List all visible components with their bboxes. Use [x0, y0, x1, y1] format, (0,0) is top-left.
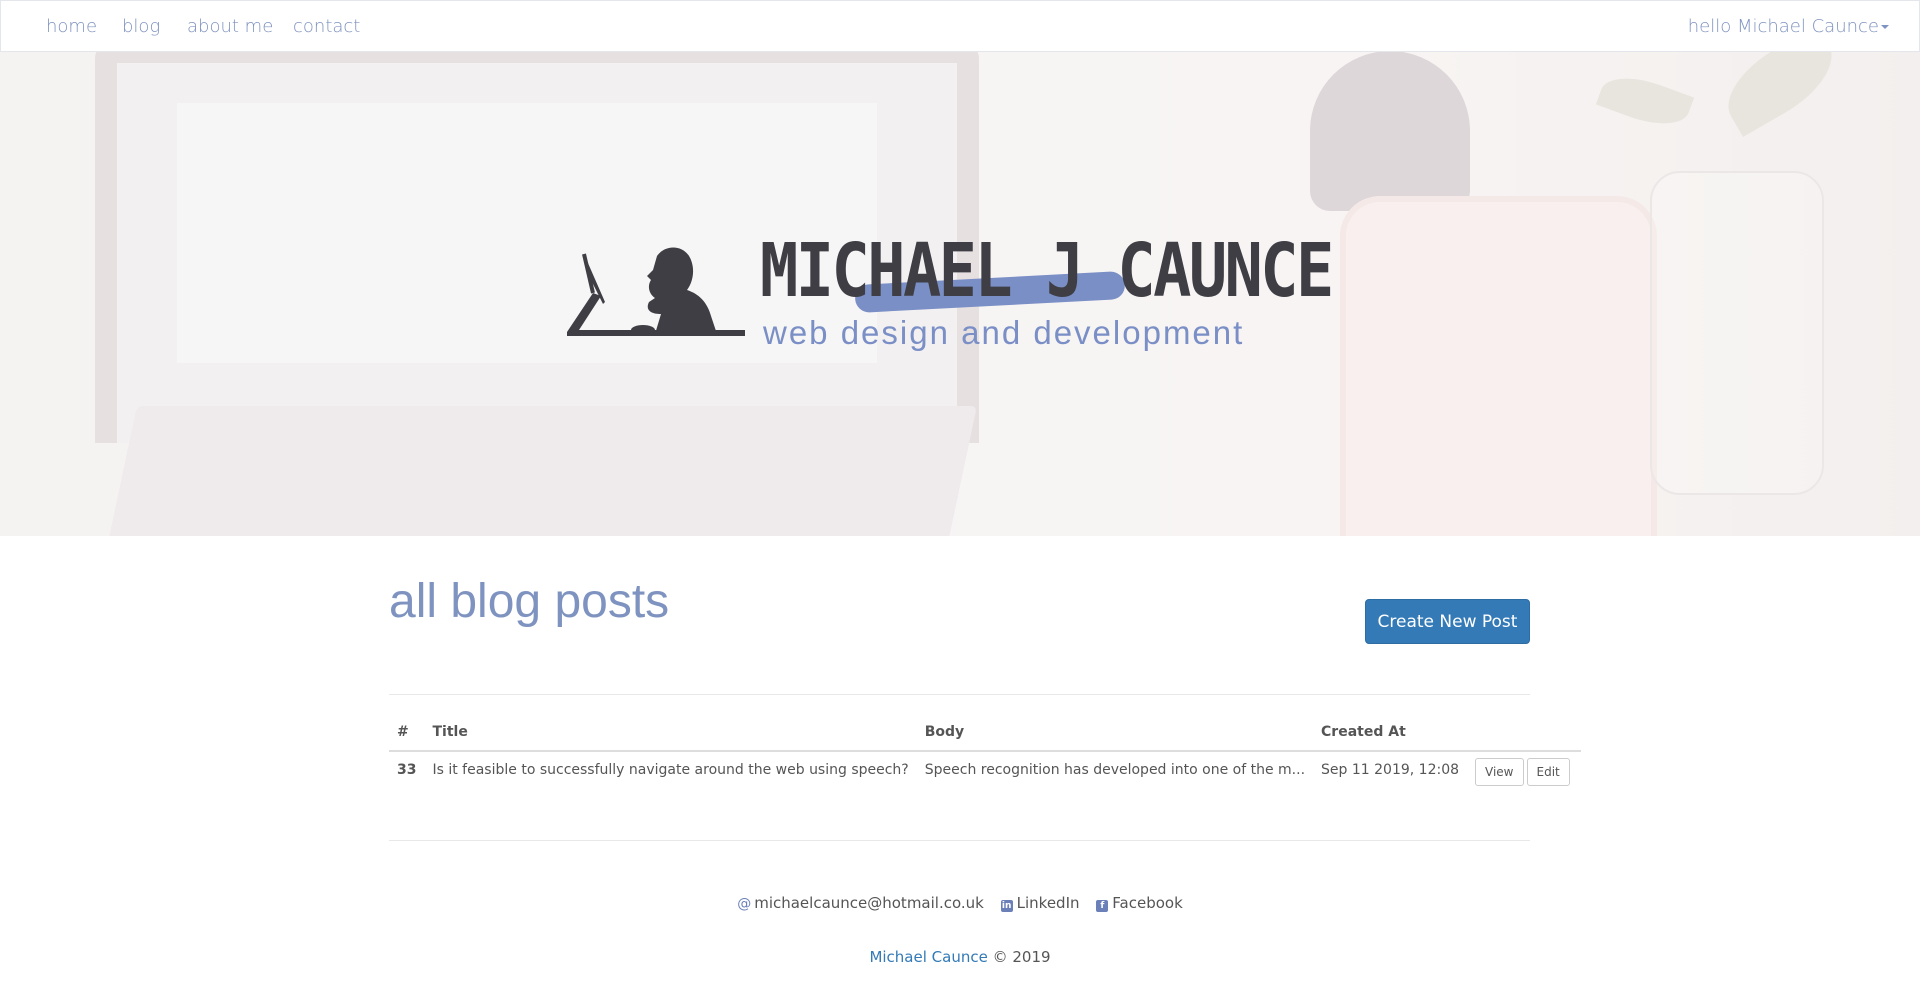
column-header-title: Title	[424, 712, 917, 752]
at-sign-icon: @	[737, 896, 752, 912]
caret-down-icon	[1881, 25, 1889, 29]
nav-about-link[interactable]: about me	[187, 16, 273, 37]
user-menu-dropdown[interactable]: hello Michael Caunce	[1688, 16, 1889, 37]
logo-subtitle: web design and development	[763, 314, 1245, 351]
facebook-icon: f	[1096, 900, 1109, 912]
divider	[389, 840, 1530, 841]
post-id: 33	[397, 762, 417, 778]
page-title: all blog posts	[389, 575, 670, 628]
site-logo: MICHAEL J CAUNCE web design and developm…	[565, 228, 1334, 351]
hero-banner: MICHAEL J CAUNCE web design and developm…	[0, 51, 1920, 536]
footer-email-link[interactable]: @ michaelcaunce@hotmail.co.uk	[737, 894, 984, 912]
post-actions: View Edit	[1467, 751, 1581, 796]
copyright-text: © 2019	[992, 948, 1051, 966]
post-title: Is it feasible to successfully navigate …	[432, 762, 909, 778]
footer-email-text: michaelcaunce@hotmail.co.uk	[754, 894, 984, 912]
footer-copyright: Michael Caunce © 2019	[0, 948, 1920, 966]
footer-facebook-text: Facebook	[1112, 894, 1183, 912]
post-created-at: Sep 11 2019, 12:08	[1321, 762, 1460, 778]
footer-linkedin-link[interactable]: in LinkedIn	[1000, 894, 1080, 912]
column-header-body: Body	[916, 712, 1314, 752]
view-post-button[interactable]: View	[1475, 758, 1524, 786]
linkedin-icon: in	[1000, 900, 1013, 912]
nav-blog-link[interactable]: blog	[122, 16, 160, 37]
footer-author-link[interactable]: Michael Caunce	[869, 948, 987, 966]
user-menu-label: hello Michael Caunce	[1687, 16, 1879, 37]
top-navbar: home blog about me contact hello Michael…	[0, 0, 1920, 52]
nav-home-link[interactable]: home	[46, 16, 97, 37]
post-body-excerpt: Speech recognition has developed into on…	[924, 762, 1306, 778]
footer-contact-links: @ michaelcaunce@hotmail.co.uk in LinkedIn …	[0, 894, 1920, 912]
developer-silhouette-icon	[567, 247, 745, 336]
divider	[389, 694, 1530, 695]
table-row: 33 Is it feasible to successfully naviga…	[389, 751, 1581, 796]
column-header-actions	[1467, 712, 1581, 752]
nav-contact-link[interactable]: contact	[293, 16, 360, 37]
footer-facebook-link[interactable]: f Facebook	[1096, 894, 1183, 912]
column-header-created-at: Created At	[1313, 712, 1468, 752]
column-header-id: #	[389, 712, 425, 752]
create-new-post-button[interactable]: Create New Post	[1365, 599, 1530, 644]
table-header-row: # Title Body Created At	[389, 712, 1581, 752]
posts-table: # Title Body Created At 33 Is it feasibl…	[389, 712, 1581, 796]
footer-linkedin-text: LinkedIn	[1016, 894, 1080, 912]
edit-post-button[interactable]: Edit	[1526, 758, 1570, 786]
logo-title: MICHAEL J CAUNCE	[760, 228, 1334, 314]
